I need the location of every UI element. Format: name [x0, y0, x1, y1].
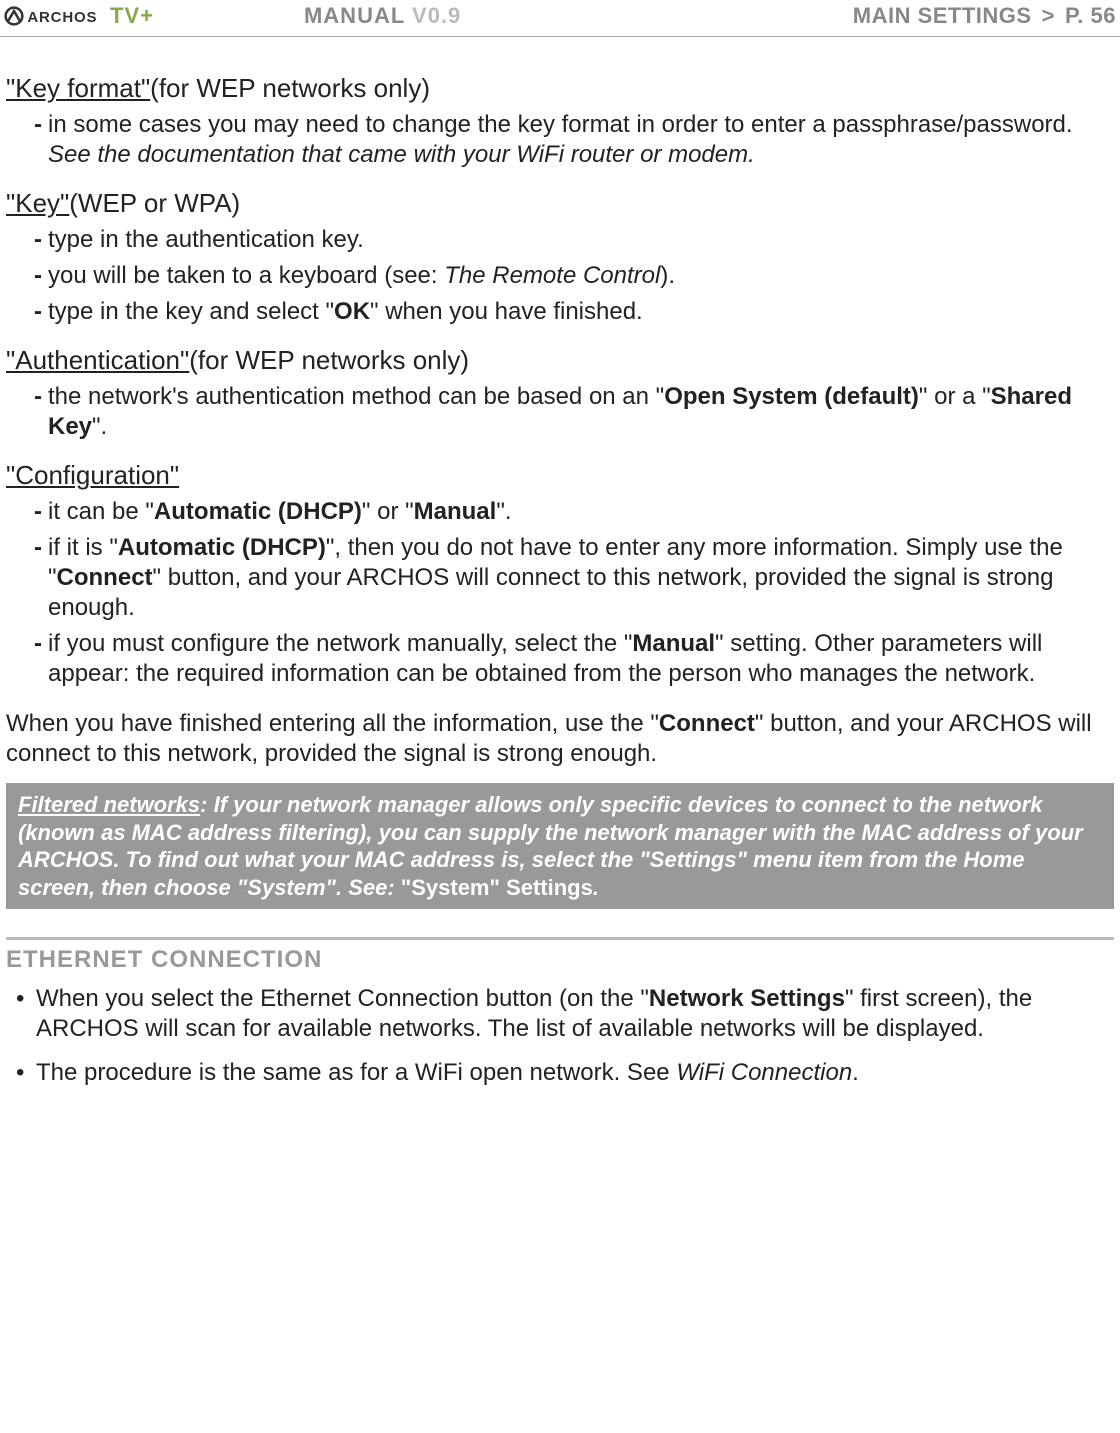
version-label: V0.9 — [412, 3, 461, 28]
list-item: the network's authentication method can … — [34, 382, 1114, 442]
list-key-format: in some cases you may need to change the… — [34, 110, 1114, 170]
manual-label: MANUAL V0.9 — [304, 3, 461, 29]
heading-key-format: "Key format" (for WEP networks only) — [6, 73, 1114, 104]
list-item: type in the key and select "OK" when you… — [34, 297, 1114, 327]
list-item: if it is "Automatic (DHCP)", then you do… — [34, 533, 1114, 623]
heading-authentication: "Authentication" (for WEP networks only) — [6, 345, 1114, 376]
chevron-right-icon: > — [1042, 3, 1055, 29]
breadcrumb-section: MAIN SETTINGS — [853, 3, 1032, 29]
heading-key: "Key" (WEP or WPA) — [6, 188, 1114, 219]
list-item: you will be taken to a keyboard (see: Th… — [34, 261, 1114, 291]
callout-filtered-networks: Filtered networks: If your network manag… — [6, 783, 1114, 909]
page-content: "Key format" (for WEP networks only) in … — [0, 37, 1120, 1108]
page-number: P. 56 — [1065, 3, 1116, 29]
list-configuration: it can be "Automatic (DHCP)" or "Manual"… — [34, 497, 1114, 689]
list-item: in some cases you may need to change the… — [34, 110, 1114, 170]
list-item: type in the authentication key. — [34, 225, 1114, 255]
page-header: ARCHOS TV+ MANUAL V0.9 MAIN SETTINGS > P… — [0, 0, 1120, 37]
list-ethernet: When you select the Ethernet Connection … — [16, 984, 1114, 1088]
section-heading-ethernet: ETHERNET CONNECTION — [6, 937, 1114, 974]
tv-plus-label: TV+ — [110, 3, 154, 29]
archos-logo: ARCHOS — [4, 6, 104, 26]
list-item: if you must configure the network manual… — [34, 629, 1114, 689]
list-item: When you select the Ethernet Connection … — [16, 984, 1114, 1044]
svg-text:ARCHOS: ARCHOS — [27, 9, 97, 26]
list-item: it can be "Automatic (DHCP)" or "Manual"… — [34, 497, 1114, 527]
list-key: type in the authentication key. you will… — [34, 225, 1114, 327]
list-authentication: the network's authentication method can … — [34, 382, 1114, 442]
list-item: The procedure is the same as for a WiFi … — [16, 1058, 1114, 1088]
heading-configuration: "Configuration" — [6, 460, 1114, 491]
paragraph-finish: When you have finished entering all the … — [6, 709, 1114, 769]
callout-title: Filtered networks — [18, 792, 200, 817]
